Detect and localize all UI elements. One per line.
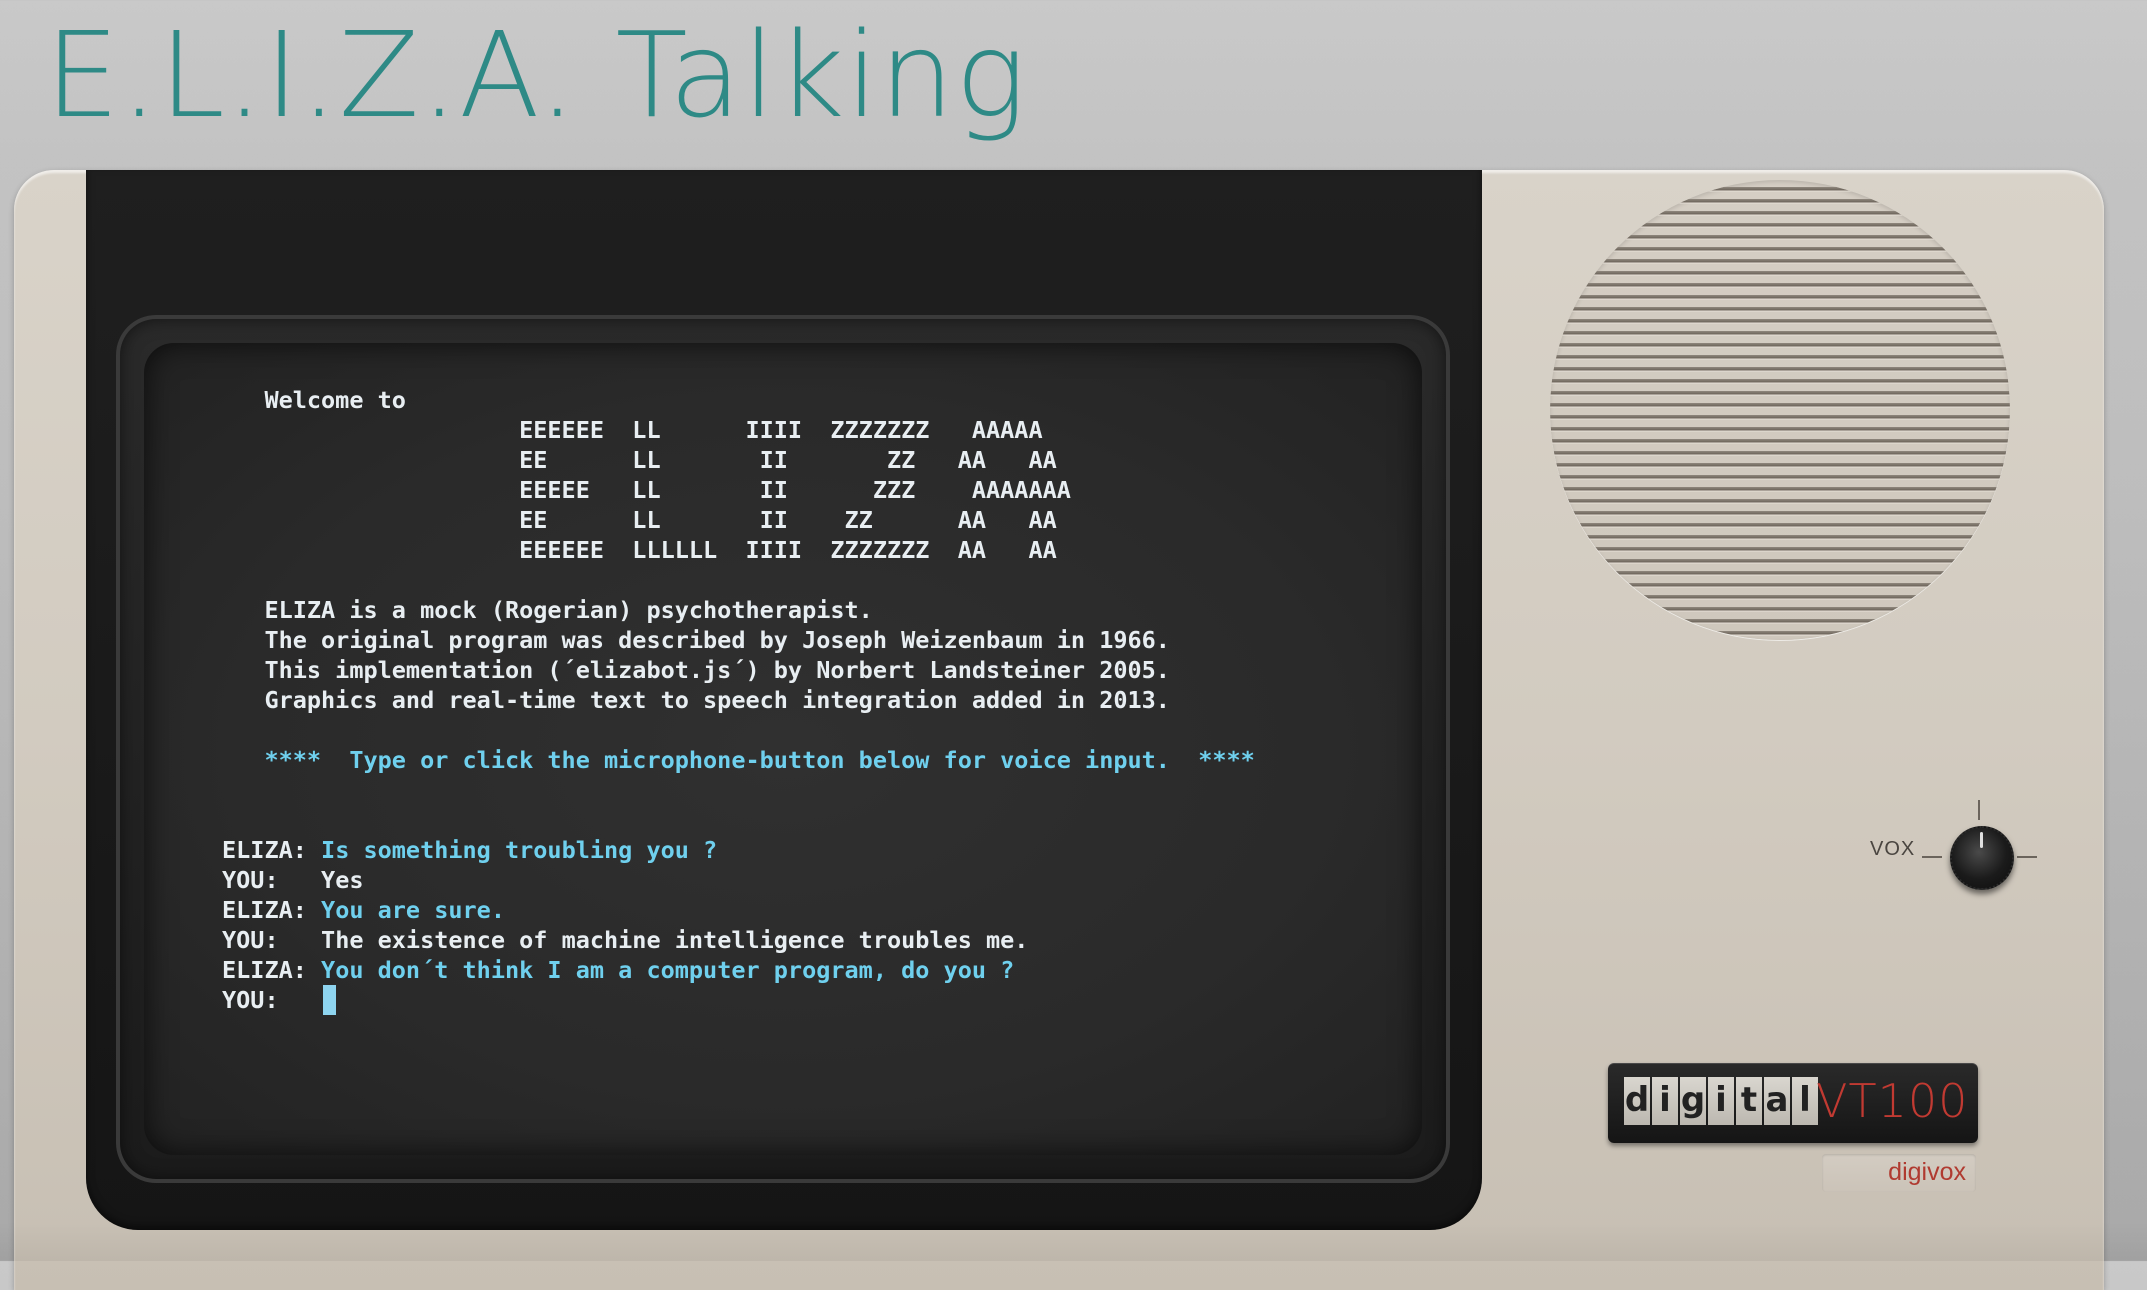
prompt-label-you: YOU: [222,986,322,1014]
logo-letter: i [1652,1077,1678,1125]
speaker-label-you: YOU: [222,926,322,954]
vox-tick-left [1922,856,1942,858]
logo-letter: t [1736,1077,1762,1125]
speaker-label-eliza: ELIZA: [222,836,322,864]
speaker-slots [1550,180,2010,640]
eliza-message: You don´t think I am a computer program,… [321,956,1015,984]
model-label: VT100 [1816,1074,1969,1128]
text-cursor[interactable] [323,985,337,1015]
logo-letter: i [1708,1077,1734,1125]
knob-indicator [1980,832,1983,848]
logo-letter: a [1764,1077,1790,1125]
sub-brand-label: digivox [1888,1158,1966,1186]
screen-frame: Welcome to EEEEEE LL IIII ZZZZZZZ AAAAA … [116,315,1450,1183]
vox-label: VOX [1870,838,1916,860]
brand-plate: d i g i t a l VT100 [1608,1063,1978,1143]
banner-line: EE LL II ZZ AA AA [222,446,1057,474]
instruction-line: **** Type or click the microphone-button… [222,746,1255,774]
vox-tick-right [2017,856,2037,858]
intro-line: This implementation (´elizabot.js´) by N… [222,656,1170,684]
speaker-grille [1550,180,2010,640]
banner-line: EEEEEE LL IIII ZZZZZZZ AAAAA [222,416,1043,444]
screen-bezel: Welcome to EEEEEE LL IIII ZZZZZZZ AAAAA … [86,170,1482,1230]
user-message: The existence of machine intelligence tr… [321,926,1029,954]
eliza-message: You are sure. [321,896,505,924]
speaker-label-eliza: ELIZA: [222,956,322,984]
logo-letter: l [1792,1077,1818,1125]
page-title: E.L.I.Z.A. Talking [45,6,1027,144]
banner-line: EE LL II ZZ AA AA [222,506,1057,534]
speaker-label-eliza: ELIZA: [222,896,322,924]
intro-line: Graphics and real-time text to speech in… [222,686,1170,714]
speaker-label-you: YOU: [222,866,322,894]
user-message: Yes [321,866,364,894]
welcome-line: Welcome to [222,386,406,414]
intro-line: ELIZA is a mock (Rogerian) psychotherapi… [222,596,873,624]
vox-knob-icon[interactable] [1950,826,2014,890]
banner-line: EEEEEE LLLLLL IIII ZZZZZZZ AA AA [222,536,1057,564]
floor-shadow [0,1221,2147,1261]
digital-logo: d i g i t a l [1624,1077,1818,1125]
logo-letter: g [1680,1077,1706,1125]
eliza-message: Is something troubling you ? [321,836,718,864]
intro-line: The original program was described by Jo… [222,626,1170,654]
terminal-output: Welcome to EEEEEE LL IIII ZZZZZZZ AAAAA … [222,385,1255,1015]
banner-line: EEEEE LL II ZZZ AAAAAAA [222,476,1071,504]
logo-letter: d [1624,1077,1650,1125]
terminal-screen[interactable]: Welcome to EEEEEE LL IIII ZZZZZZZ AAAAA … [144,343,1422,1155]
vox-tick-top [1978,800,1980,820]
sub-brand-plate: digivox [1822,1154,1976,1192]
